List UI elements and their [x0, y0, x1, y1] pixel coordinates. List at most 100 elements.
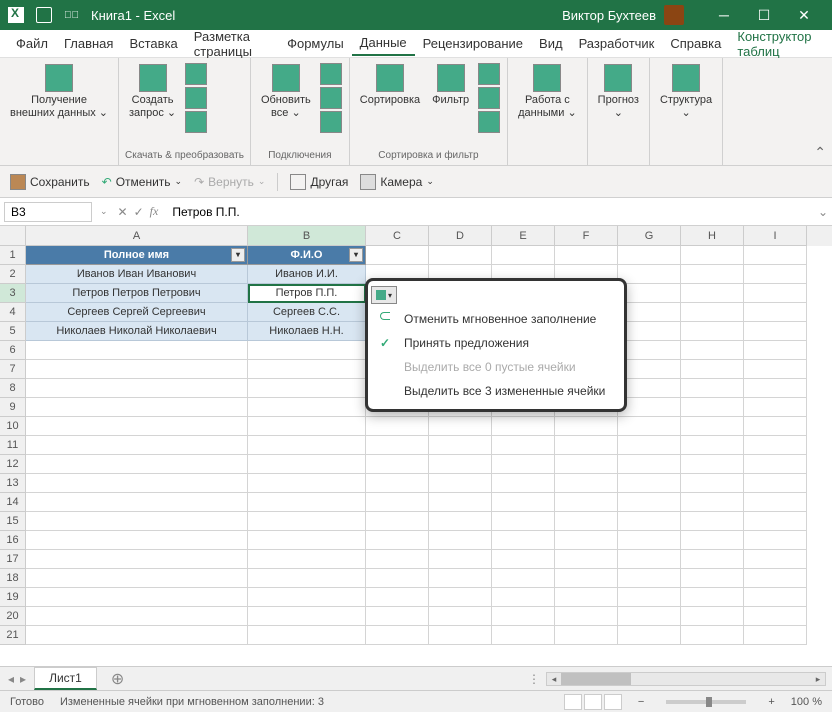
menu-tab-главная[interactable]: Главная	[56, 32, 121, 55]
cell[interactable]	[744, 455, 807, 474]
ribbon-small-button[interactable]	[185, 111, 207, 133]
user-account[interactable]: Виктор Бухтеев	[562, 5, 684, 25]
cell[interactable]	[492, 474, 555, 493]
cell[interactable]	[366, 417, 429, 436]
cell[interactable]	[744, 284, 807, 303]
menu-tab-вид[interactable]: Вид	[531, 32, 571, 55]
cell[interactable]	[492, 436, 555, 455]
cell[interactable]	[555, 246, 618, 265]
cell[interactable]	[555, 436, 618, 455]
cell[interactable]	[618, 398, 681, 417]
cell[interactable]	[366, 455, 429, 474]
cell[interactable]	[618, 455, 681, 474]
row-header-3[interactable]: 3	[0, 284, 26, 303]
cell[interactable]: Полное имя▾	[26, 246, 248, 265]
row-header-4[interactable]: 4	[0, 303, 26, 322]
cell[interactable]: Петров П.П.	[248, 284, 366, 303]
cell[interactable]	[26, 398, 248, 417]
cell[interactable]	[429, 588, 492, 607]
cell[interactable]	[744, 246, 807, 265]
cell[interactable]	[618, 303, 681, 322]
column-header-C[interactable]: C	[366, 226, 429, 246]
ribbon-small-button[interactable]	[478, 63, 500, 85]
cell[interactable]	[744, 588, 807, 607]
column-header-F[interactable]: F	[555, 226, 618, 246]
cell[interactable]	[744, 626, 807, 645]
column-header-I[interactable]: I	[744, 226, 807, 246]
accept-formula-icon[interactable]: ✓	[134, 205, 144, 219]
ribbon-button[interactable]: Прогноз⌄	[594, 62, 643, 122]
cell[interactable]	[26, 493, 248, 512]
name-box[interactable]	[4, 202, 92, 222]
ribbon-small-button[interactable]	[478, 111, 500, 133]
spreadsheet-grid[interactable]: ABCDEFGHI 1Полное имя▾Ф.И.О▾2Иванов Иван…	[0, 226, 832, 666]
page-break-view-button[interactable]	[604, 694, 622, 710]
cell[interactable]	[492, 417, 555, 436]
cell[interactable]	[248, 550, 366, 569]
cell[interactable]	[429, 436, 492, 455]
context-menu-item-0[interactable]: Отменить мгновенное заполнение	[368, 307, 624, 331]
ribbon-small-button[interactable]	[320, 87, 342, 109]
menu-tab-table-design[interactable]: Конструктор таблиц	[729, 25, 824, 63]
cell[interactable]	[429, 455, 492, 474]
cell[interactable]	[26, 455, 248, 474]
column-header-G[interactable]: G	[618, 226, 681, 246]
cell[interactable]	[744, 493, 807, 512]
cell[interactable]	[492, 588, 555, 607]
row-header-6[interactable]: 6	[0, 341, 26, 360]
cell[interactable]	[681, 569, 744, 588]
zoom-in-button[interactable]: +	[768, 696, 774, 708]
ribbon-button[interactable]: Обновитьвсе ⌄	[257, 62, 315, 122]
cell[interactable]	[744, 512, 807, 531]
cell[interactable]	[681, 455, 744, 474]
ribbon-small-button[interactable]	[185, 63, 207, 85]
cell[interactable]	[429, 626, 492, 645]
cell[interactable]	[429, 246, 492, 265]
menu-tab-разметка страницы[interactable]: Разметка страницы	[186, 25, 279, 63]
cell[interactable]	[429, 550, 492, 569]
cell[interactable]	[744, 379, 807, 398]
save-button[interactable]: Сохранить	[10, 174, 90, 190]
cell[interactable]	[681, 474, 744, 493]
cell[interactable]	[26, 512, 248, 531]
cell[interactable]	[492, 550, 555, 569]
normal-view-button[interactable]	[564, 694, 582, 710]
cell[interactable]	[248, 512, 366, 531]
cell[interactable]	[681, 322, 744, 341]
cell[interactable]	[555, 493, 618, 512]
cell[interactable]	[366, 436, 429, 455]
cell[interactable]	[366, 493, 429, 512]
cell[interactable]	[248, 531, 366, 550]
cell[interactable]	[248, 569, 366, 588]
cell[interactable]	[618, 322, 681, 341]
cell[interactable]	[681, 531, 744, 550]
cell[interactable]	[555, 550, 618, 569]
cell[interactable]	[681, 379, 744, 398]
cell[interactable]	[26, 474, 248, 493]
cell[interactable]	[429, 474, 492, 493]
cell[interactable]	[681, 550, 744, 569]
column-header-A[interactable]: A	[26, 226, 248, 246]
autosave-toggle[interactable]: ⬤⃝	[64, 10, 79, 21]
cell[interactable]	[681, 626, 744, 645]
cell[interactable]: Петров Петров Петрович	[26, 284, 248, 303]
cell[interactable]	[248, 379, 366, 398]
menu-tab-файл[interactable]: Файл	[8, 32, 56, 55]
column-header-B[interactable]: B	[248, 226, 366, 246]
cell[interactable]: Иванов Иван Иванович	[26, 265, 248, 284]
cell[interactable]	[248, 588, 366, 607]
cell[interactable]	[248, 417, 366, 436]
cell[interactable]	[26, 360, 248, 379]
cell[interactable]	[248, 455, 366, 474]
cell[interactable]	[26, 531, 248, 550]
cell[interactable]	[248, 341, 366, 360]
cell[interactable]	[744, 607, 807, 626]
cell[interactable]	[681, 607, 744, 626]
cell[interactable]	[681, 398, 744, 417]
cell[interactable]	[681, 303, 744, 322]
cell[interactable]	[618, 474, 681, 493]
cell[interactable]	[618, 512, 681, 531]
cell[interactable]	[618, 531, 681, 550]
cell[interactable]	[366, 531, 429, 550]
cell[interactable]	[681, 284, 744, 303]
